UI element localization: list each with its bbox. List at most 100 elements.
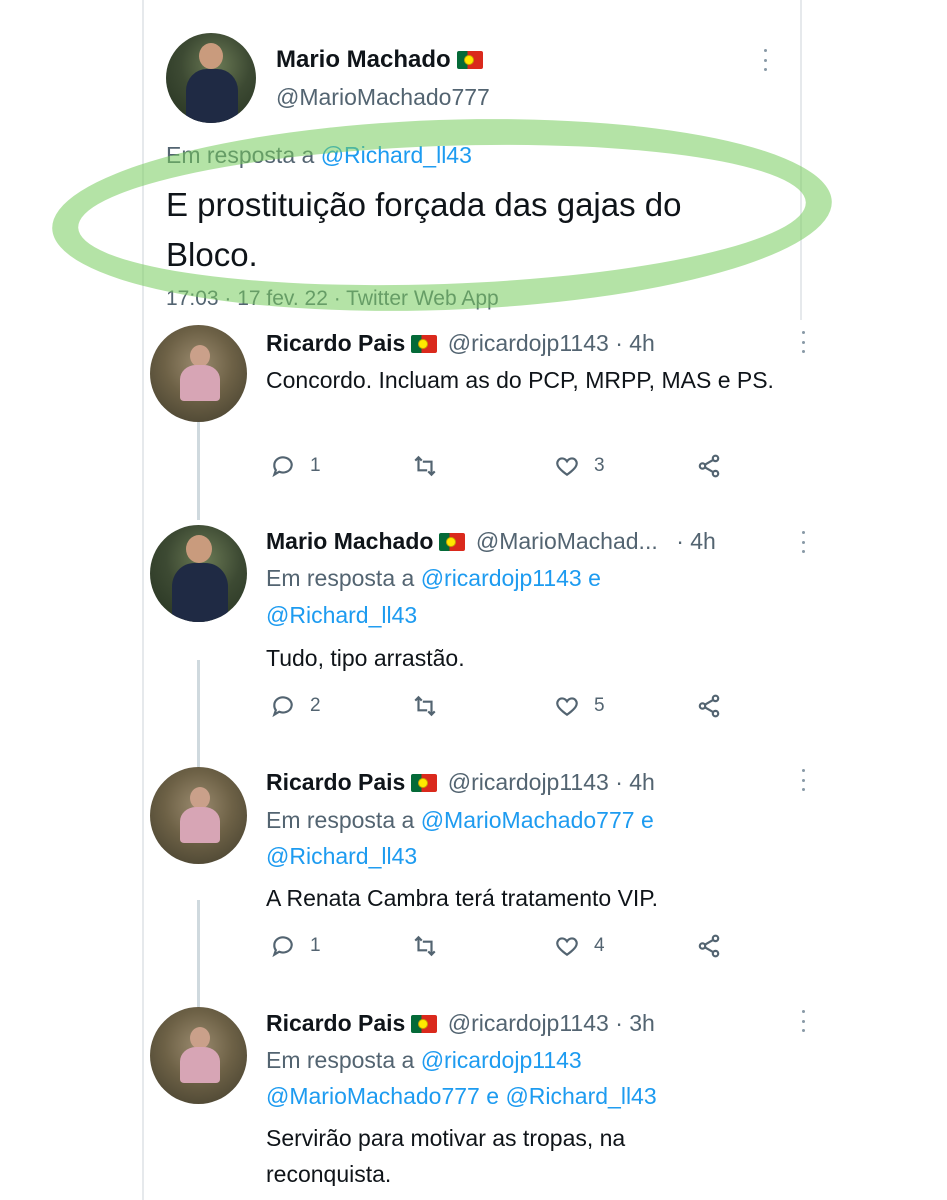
like-button[interactable]: 3 <box>554 453 605 479</box>
tweet-meta[interactable]: 17:03 · 17 fev. 22 · Twitter Web App <box>166 287 499 311</box>
replying-to-line2: @Richard_ll43 <box>266 838 417 874</box>
mention-link[interactable]: @MarioMachado777 <box>266 1083 480 1109</box>
portugal-flag-icon <box>411 1015 438 1033</box>
retweet-button[interactable] <box>412 933 438 959</box>
thread-line-2 <box>197 660 200 770</box>
author-handle[interactable]: @ricardojp1143 · 3h <box>448 1010 655 1036</box>
avatar-head <box>186 535 212 563</box>
share-button[interactable] <box>696 693 722 719</box>
tweet-time[interactable]: · 4h <box>676 528 716 554</box>
mention-link[interactable]: @ricardojp1143 <box>421 565 582 591</box>
tweet-text-line1: Servirão para motivar as tropas, na <box>266 1125 626 1151</box>
mention-link[interactable]: @ricardojp1143 <box>421 1047 582 1073</box>
retweet-button[interactable] <box>412 453 438 479</box>
avatar[interactable] <box>150 767 247 864</box>
reply-icon <box>272 696 293 718</box>
tweet-text: Concordo. Incluam as do PCP, MRPP, MAS e… <box>266 367 774 393</box>
reply-icon <box>272 936 293 958</box>
author-name[interactable]: Mario Machado <box>266 528 433 554</box>
share-icon <box>698 454 720 478</box>
avatar-body <box>172 563 228 622</box>
mention-link[interactable]: @Richard_ll43 <box>321 142 472 168</box>
reply-header: Ricardo Pais @ricardojp1143 · 4h <box>266 330 655 357</box>
avatar[interactable] <box>150 325 247 422</box>
reply-header: Ricardo Pais @ricardojp1143 · 3h <box>266 1010 655 1037</box>
author-handle[interactable]: @ricardojp1143 · 4h <box>448 769 655 795</box>
share-icon <box>698 934 720 958</box>
mention-link[interactable]: @MarioMachado777 <box>421 807 635 833</box>
reply-button[interactable]: 1 <box>270 933 321 959</box>
reply-header: Mario Machado @MarioMachad... · 4h <box>266 528 716 555</box>
reply-button[interactable]: 2 <box>270 693 321 719</box>
action-bar: 1 4 <box>266 933 746 963</box>
like-button[interactable]: 4 <box>554 933 605 959</box>
conjunction: e <box>588 565 601 591</box>
mention-link[interactable]: @Richard_ll43 <box>266 843 417 869</box>
like-count: 5 <box>594 695 605 716</box>
conjunction: e <box>640 807 654 833</box>
mention-link[interactable]: @Richard_ll43 <box>505 1083 656 1109</box>
portugal-flag-icon <box>439 533 466 551</box>
thread-line-1 <box>197 420 200 520</box>
avatar-head <box>190 787 210 809</box>
author-name[interactable]: Ricardo Pais <box>266 1010 405 1036</box>
retweet-icon <box>414 935 436 957</box>
more-icon[interactable] <box>800 531 806 553</box>
share-icon <box>698 694 720 718</box>
reply-count: 1 <box>310 935 321 956</box>
replying-to-line2: @MarioMachado777 e @Richard_ll43 <box>266 1078 657 1114</box>
author-name[interactable]: Ricardo Pais <box>266 330 405 356</box>
avatar-head <box>199 43 223 69</box>
tweet-text: E prostituição forçada das gajas do Bloc… <box>166 186 682 273</box>
author-handle[interactable]: @ricardojp1143 · 4h <box>448 330 655 356</box>
reply-count: 1 <box>310 455 321 476</box>
share-button[interactable] <box>696 453 722 479</box>
action-bar: 2 5 <box>266 693 746 723</box>
retweet-icon <box>414 455 436 477</box>
frame-left-line <box>142 0 144 1200</box>
author-name[interactable]: Mario Machado <box>276 46 483 74</box>
like-button[interactable]: 5 <box>554 693 605 719</box>
avatar[interactable] <box>150 525 247 622</box>
author-name[interactable]: Ricardo Pais <box>266 769 405 795</box>
thread-line-3 <box>197 900 200 1010</box>
like-count: 3 <box>594 455 605 476</box>
reply-header: Ricardo Pais @ricardojp1143 · 4h <box>266 769 655 796</box>
tweet-text-line2: reconquista. <box>266 1161 392 1186</box>
replying-prefix: Em resposta a <box>266 1047 415 1073</box>
portugal-flag-icon <box>411 335 438 353</box>
like-count: 4 <box>594 935 605 956</box>
more-icon[interactable] <box>800 1010 806 1032</box>
replying-prefix: Em resposta a <box>266 565 415 591</box>
reply-button[interactable]: 1 <box>270 453 321 479</box>
frame-right-line <box>800 0 802 320</box>
avatar[interactable] <box>166 33 256 123</box>
mention-link[interactable]: @Richard_ll43 <box>266 602 417 628</box>
author-handle[interactable]: @MarioMachado777 <box>276 84 490 111</box>
tweet-text: A Renata Cambra terá tratamento VIP. <box>266 885 659 911</box>
heart-icon <box>556 697 578 716</box>
author-handle[interactable]: @MarioMachad... <box>476 528 658 554</box>
portugal-flag-icon <box>411 774 438 792</box>
tweet-text: Tudo, tipo arrastão. <box>266 645 465 671</box>
more-icon[interactable] <box>800 331 806 353</box>
portugal-flag-icon <box>456 51 483 69</box>
heart-icon <box>556 937 578 956</box>
author-name-text: Mario Machado <box>276 46 451 73</box>
avatar-body <box>180 1047 220 1083</box>
more-icon[interactable] <box>762 49 768 71</box>
replying-to: Em resposta a @ricardojp1143 <box>266 1042 582 1078</box>
retweet-button[interactable] <box>412 693 438 719</box>
more-icon[interactable] <box>800 769 806 791</box>
replying-to: Em resposta a @MarioMachado777 e <box>266 802 654 838</box>
avatar-body <box>180 807 220 843</box>
retweet-icon <box>414 695 436 717</box>
avatar-body <box>180 365 220 401</box>
share-button[interactable] <box>696 933 722 959</box>
replying-to-line2: @Richard_ll43 <box>266 597 417 633</box>
avatar-head <box>190 1027 210 1049</box>
avatar[interactable] <box>150 1007 247 1104</box>
heart-icon <box>556 457 578 476</box>
avatar-body <box>186 69 238 123</box>
replying-prefix: Em resposta a <box>266 807 415 833</box>
